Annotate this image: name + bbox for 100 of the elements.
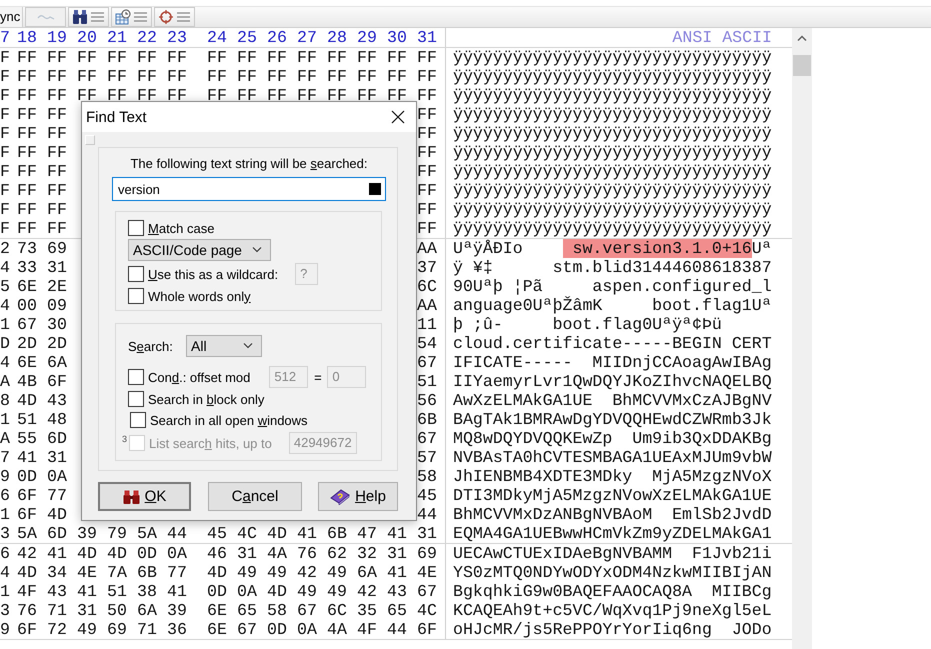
column-header: 31 xyxy=(417,28,438,47)
hex-byte: FF xyxy=(357,48,378,67)
hex-byte: FF xyxy=(417,105,438,124)
tab[interactable]: ync xyxy=(0,7,23,27)
ascii-text: oHJcMR/js5RePPOYrYorIiq6ng JODo xyxy=(453,620,772,639)
hex-byte: FF xyxy=(207,48,228,67)
hex-byte: 49 xyxy=(237,563,258,582)
hex-byte: 6D xyxy=(47,524,68,543)
checkbox-label: Match case xyxy=(148,220,214,236)
hex-byte: F xyxy=(0,143,11,162)
hex-byte: 42 xyxy=(297,563,318,582)
checkbox[interactable] xyxy=(130,412,146,428)
hex-byte: 4D xyxy=(107,544,128,563)
note-mark: 3 xyxy=(122,434,128,444)
cancel-button[interactable]: Cancel xyxy=(208,482,302,511)
column-header: 22 xyxy=(137,28,158,47)
hex-byte: 67 xyxy=(417,353,438,372)
hex-byte: 6E xyxy=(17,277,38,296)
toolbar-button[interactable] xyxy=(68,7,109,27)
encoding-dropdown[interactable]: ASCII/Code page xyxy=(128,239,271,261)
checkbox[interactable] xyxy=(128,369,144,385)
hex-byte: 6C xyxy=(327,601,348,620)
toolbar-button[interactable] xyxy=(154,7,195,27)
hex-byte: 77 xyxy=(47,486,68,505)
hex-byte: 11 xyxy=(417,315,438,334)
hex-byte: FF xyxy=(417,67,438,86)
ascii-text: ÿÿÿÿÿÿÿÿÿÿÿÿÿÿÿÿÿÿÿÿÿÿÿÿÿÿÿÿÿÿÿÿ xyxy=(453,219,772,238)
hex-byte: 6C xyxy=(417,277,438,296)
search-field[interactable]: version xyxy=(112,177,386,201)
hex-byte: FF xyxy=(237,48,258,67)
hex-byte: 2D xyxy=(47,334,68,353)
hex-byte: 41 xyxy=(297,524,318,543)
hex-byte: 6A xyxy=(47,353,68,372)
hex-byte: 6F xyxy=(17,505,38,524)
checkbox[interactable] xyxy=(128,288,144,304)
hex-byte: 42 xyxy=(17,544,38,563)
hex-byte: 49 xyxy=(297,582,318,601)
ascii-text: KCAQEAh9t+c5VC/WqXvq1Pj9neXgl5eL xyxy=(453,601,772,620)
hex-byte: 49 xyxy=(77,620,98,639)
hex-byte: 51 xyxy=(417,372,438,391)
hex-byte: 6F xyxy=(17,486,38,505)
hex-byte: 41 xyxy=(47,544,68,563)
hex-byte: 56 xyxy=(417,391,438,410)
scrollbar[interactable] xyxy=(792,28,812,649)
ascii-text: ÿÿÿÿÿÿÿÿÿÿÿÿÿÿÿÿÿÿÿÿÿÿÿÿÿÿÿÿÿÿÿÿ xyxy=(453,67,772,86)
hex-byte: 3 xyxy=(0,524,11,543)
hex-byte: F xyxy=(0,48,11,67)
hex-byte: FF xyxy=(417,143,438,162)
hex-byte: 30 xyxy=(47,315,68,334)
search-dropdown[interactable]: All xyxy=(186,335,262,357)
grip-handle[interactable] xyxy=(85,135,95,145)
hex-byte: 76 xyxy=(17,601,38,620)
checkbox-label: Search in block only xyxy=(148,392,264,406)
hex-byte: 6F xyxy=(17,620,38,639)
hex-byte: 58 xyxy=(417,467,438,486)
column-header: 26 xyxy=(267,28,288,47)
hex-byte: 50 xyxy=(107,601,128,620)
hex-byte: 6E xyxy=(207,620,228,639)
ascii-text: Uª xyxy=(752,239,772,258)
ascii-text: ÿÿÿÿÿÿÿÿÿÿÿÿÿÿÿÿÿÿÿÿÿÿÿÿÿÿÿÿÿÿÿÿ xyxy=(453,200,772,219)
ascii-text: þ ;û- boot.flag0Uªÿª¢Þü xyxy=(453,315,722,334)
scroll-thumb[interactable] xyxy=(793,55,811,76)
hex-byte: FF xyxy=(17,200,38,219)
checkbox[interactable] xyxy=(128,266,144,282)
hex-byte: 4A xyxy=(327,620,348,639)
hex-byte: FF xyxy=(267,67,288,86)
hex-byte: A xyxy=(0,372,11,391)
hex-byte: FF xyxy=(17,67,38,86)
hex-byte: 4D xyxy=(267,524,288,543)
hex-byte: 73 xyxy=(17,239,38,258)
checkbox[interactable] xyxy=(128,220,144,236)
toolbar-button[interactable] xyxy=(111,7,152,27)
hex-byte: FF xyxy=(17,86,38,105)
hex-byte: FF xyxy=(17,48,38,67)
help-button[interactable]: Help xyxy=(318,482,398,511)
hex-byte: 67 xyxy=(297,601,318,620)
hex-byte: 31 xyxy=(237,544,258,563)
hex-byte: 34 xyxy=(47,563,68,582)
ok-button[interactable]: OK xyxy=(98,482,191,511)
book-icon xyxy=(330,488,350,504)
hex-byte: FF xyxy=(417,200,438,219)
hex-byte: 0D xyxy=(137,544,158,563)
column-header: 19 xyxy=(47,28,68,47)
hex-byte: F xyxy=(0,219,11,238)
ascii-text: MQ8wDQYDVQQKEwZp Um9ib3QxDDAKBg xyxy=(453,429,772,448)
hex-byte: 6 xyxy=(0,544,11,563)
checkbox-label: Use this as a wildcard: xyxy=(148,266,278,282)
hex-byte: 8 xyxy=(0,391,11,410)
ascii-text: ÿ ¥‡ stm.blid31444608618387 xyxy=(453,258,772,277)
hex-byte: FF xyxy=(327,86,348,105)
hex-byte: FF xyxy=(137,48,158,67)
search-label: Search: xyxy=(128,338,174,354)
ascii-text: IIYaemyrLvr1QwDQYJKoZIhvcNAQELBQ xyxy=(453,372,772,391)
hex-byte: 4D xyxy=(17,391,38,410)
close-icon[interactable] xyxy=(391,110,405,124)
hex-byte: 6F xyxy=(47,372,68,391)
hex-byte: FF xyxy=(167,48,188,67)
checkbox[interactable] xyxy=(128,391,144,407)
hex-byte: 0A xyxy=(167,544,188,563)
hex-byte: FF xyxy=(107,86,128,105)
